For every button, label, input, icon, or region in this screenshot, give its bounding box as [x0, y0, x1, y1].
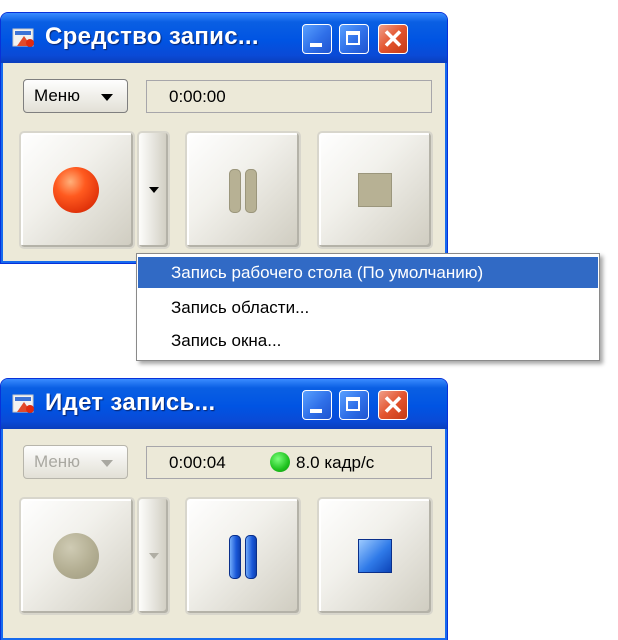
pause-icon	[245, 169, 257, 213]
menu-button-label: Меню	[34, 86, 80, 105]
menu-button-label: Меню	[34, 452, 80, 471]
stop-icon	[358, 539, 392, 573]
frame-rate: 8.0 кадр/с	[296, 453, 375, 472]
menu-item-record-window[interactable]: Запись окна...	[138, 325, 598, 356]
minimize-icon	[310, 409, 322, 413]
close-icon: ✕	[382, 390, 404, 420]
close-button[interactable]: ✕	[378, 24, 408, 54]
stop-button[interactable]	[317, 497, 433, 615]
close-button[interactable]: ✕	[378, 390, 408, 420]
close-icon: ✕	[382, 24, 404, 54]
menu-button[interactable]: Меню	[23, 79, 128, 113]
menu-button: Меню	[23, 445, 128, 479]
recorder-app-icon	[12, 28, 34, 47]
maximize-icon	[346, 31, 360, 45]
pause-button[interactable]	[185, 497, 301, 615]
status-panel: 0:00:04 8.0 кадр/с	[146, 446, 432, 479]
recorder-window-idle: Средство запис... ✕ Меню 0:00:00	[0, 12, 448, 264]
window-title: Идет запись...	[45, 389, 216, 416]
record-icon	[53, 167, 99, 213]
pause-icon	[229, 535, 241, 579]
elapsed-timer: 0:00:04	[169, 453, 226, 472]
maximize-button[interactable]	[339, 24, 369, 54]
record-button	[19, 497, 135, 615]
chevron-down-icon	[149, 187, 159, 193]
status-panel: 0:00:00	[146, 80, 432, 113]
minimize-button[interactable]	[302, 24, 332, 54]
pause-button[interactable]	[185, 131, 301, 249]
record-icon	[53, 533, 99, 579]
minimize-button[interactable]	[302, 390, 332, 420]
menu-item-record-desktop[interactable]: Запись рабочего стола (По умолчанию)	[138, 257, 598, 288]
pause-icon	[229, 169, 241, 213]
title-bar[interactable]: Средство запис... ✕	[1, 13, 447, 63]
record-mode-menu: Запись рабочего стола (По умолчанию) Зап…	[136, 253, 600, 361]
stop-button[interactable]	[317, 131, 433, 249]
recorder-app-icon	[12, 394, 34, 413]
record-mode-dropdown-button[interactable]	[137, 131, 170, 249]
minimize-icon	[310, 43, 322, 47]
maximize-icon	[346, 397, 360, 411]
record-mode-dropdown-button	[137, 497, 170, 615]
chevron-down-icon	[101, 460, 113, 467]
pause-icon	[245, 535, 257, 579]
window-title: Средство запис...	[45, 23, 259, 50]
chevron-down-icon	[149, 553, 159, 559]
elapsed-timer: 0:00:00	[169, 87, 226, 106]
stop-icon	[358, 173, 392, 207]
menu-item-record-area[interactable]: Запись области...	[138, 292, 598, 323]
record-button[interactable]	[19, 131, 135, 249]
chevron-down-icon	[101, 94, 113, 101]
maximize-button[interactable]	[339, 390, 369, 420]
recording-indicator-icon	[270, 452, 290, 472]
recorder-window-recording: Идет запись... ✕ Меню 0:00:04 8.0 кадр/с	[0, 378, 448, 640]
title-bar[interactable]: Идет запись... ✕	[1, 379, 447, 429]
